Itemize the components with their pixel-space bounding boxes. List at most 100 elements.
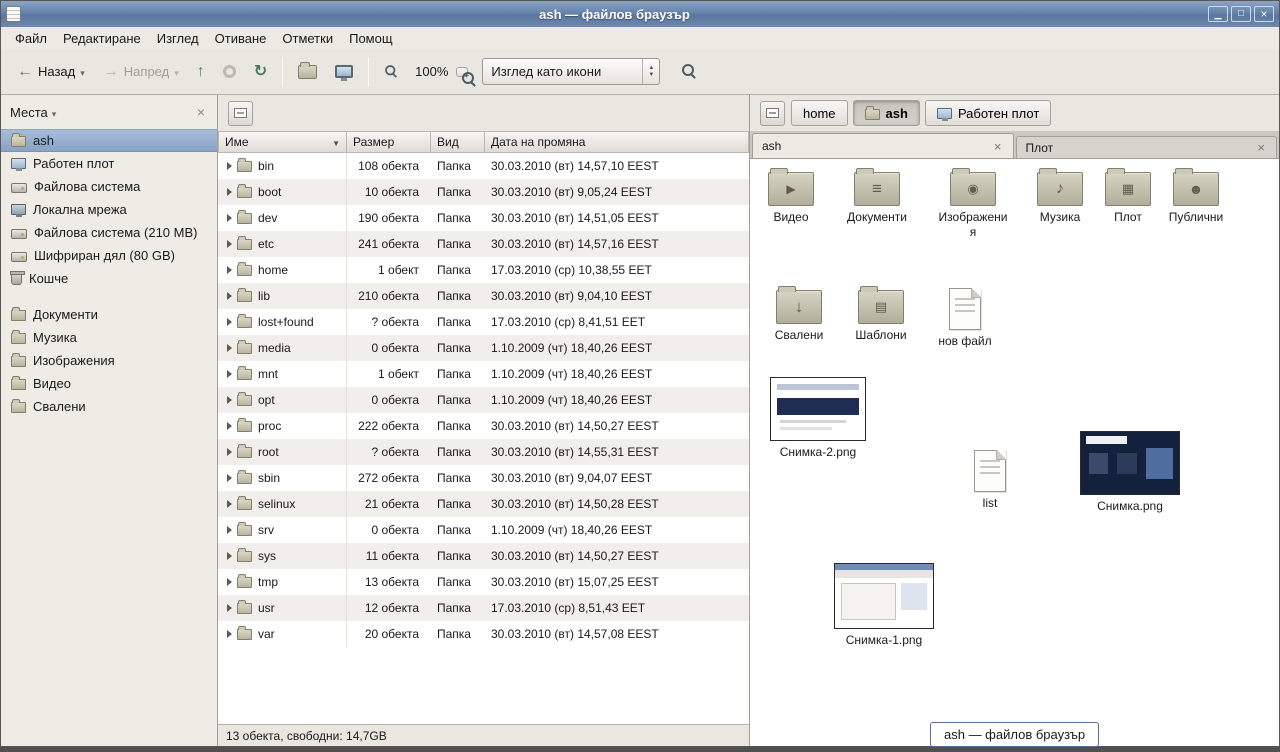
- tree-row[interactable]: sys 11 обекта Папка 30.03.2010 (вт) 14,5…: [218, 543, 749, 569]
- sidebar-item[interactable]: Свалени: [1, 395, 217, 418]
- column-header-size[interactable]: Размер: [347, 131, 431, 153]
- file-icon-item[interactable]: Свалени: [764, 285, 834, 343]
- close-icon[interactable]: [1254, 6, 1274, 22]
- file-icon-item[interactable]: Видео: [756, 167, 826, 225]
- tree-row[interactable]: lib 210 обекта Папка 30.03.2010 (вт) 9,0…: [218, 283, 749, 309]
- zoom-out-button[interactable]: [376, 58, 407, 85]
- file-icon-item[interactable]: Документи: [838, 167, 916, 225]
- column-header-type[interactable]: Вид: [431, 131, 485, 153]
- file-icon-item[interactable]: Музика: [1028, 167, 1092, 225]
- tree-row[interactable]: selinux 21 обекта Папка 30.03.2010 (вт) …: [218, 491, 749, 517]
- up-button[interactable]: [189, 58, 213, 86]
- expander-icon[interactable]: [227, 214, 232, 222]
- menu-item[interactable]: Отметки: [274, 29, 341, 48]
- sidebar-item[interactable]: Локална мрежа: [1, 198, 217, 221]
- tree-row[interactable]: media 0 обекта Папка 1.10.2009 (чт) 18,4…: [218, 335, 749, 361]
- expander-icon[interactable]: [227, 474, 232, 482]
- file-icon-item[interactable]: Публични: [1162, 167, 1230, 225]
- file-icon-item[interactable]: Шаблони: [846, 285, 916, 343]
- spinner-arrows-icon[interactable]: ▲▼: [642, 59, 659, 84]
- chevron-down-icon[interactable]: [52, 105, 57, 120]
- sidebar-item[interactable]: Файлова система: [1, 175, 217, 198]
- expander-icon[interactable]: [227, 162, 232, 170]
- file-icon-item[interactable]: Снимка.png: [1074, 431, 1186, 514]
- tree-row[interactable]: srv 0 обекта Папка 1.10.2009 (чт) 18,40,…: [218, 517, 749, 543]
- expander-icon[interactable]: [227, 422, 232, 430]
- zoom-in-button[interactable]: +: [456, 67, 468, 77]
- tree-row[interactable]: bin 108 обекта Папка 30.03.2010 (вт) 14,…: [218, 153, 749, 179]
- menu-item[interactable]: Изглед: [149, 29, 207, 48]
- tab[interactable]: Плот: [1016, 136, 1278, 158]
- breadcrumb-button[interactable]: Работен плот: [925, 100, 1051, 126]
- tree-row[interactable]: dev 190 обекта Папка 30.03.2010 (вт) 14,…: [218, 205, 749, 231]
- file-icon-item[interactable]: Изображения: [938, 167, 1008, 240]
- column-header-date[interactable]: Дата на промяна: [485, 131, 749, 153]
- tree-row[interactable]: lost+found ? обекта Папка 17.03.2010 (ср…: [218, 309, 749, 335]
- sidebar-item[interactable]: Шифриран дял (80 GB): [1, 244, 217, 267]
- tree-row[interactable]: home 1 обект Папка 17.03.2010 (ср) 10,38…: [218, 257, 749, 283]
- tab-close-icon[interactable]: [1255, 141, 1267, 154]
- tree-row[interactable]: opt 0 обекта Папка 1.10.2009 (чт) 18,40,…: [218, 387, 749, 413]
- tree-row[interactable]: etc 241 обекта Папка 30.03.2010 (вт) 14,…: [218, 231, 749, 257]
- expander-icon[interactable]: [227, 240, 232, 248]
- reload-button[interactable]: [246, 58, 275, 86]
- location-bar-toggle-button[interactable]: [760, 101, 785, 126]
- places-title[interactable]: Места: [10, 105, 48, 120]
- sidebar-close-icon[interactable]: [194, 104, 208, 120]
- chevron-down-icon[interactable]: [80, 64, 85, 79]
- stop-button[interactable]: [215, 59, 244, 84]
- sidebar-item[interactable]: Кошче: [1, 267, 217, 290]
- search-button[interactable]: [676, 58, 703, 85]
- menu-item[interactable]: Помощ: [341, 29, 400, 48]
- sidebar-item[interactable]: Музика: [1, 326, 217, 349]
- sort-arrow-icon[interactable]: [332, 135, 340, 149]
- expander-icon[interactable]: [227, 552, 232, 560]
- tab-close-icon[interactable]: [992, 140, 1004, 153]
- file-icon-item[interactable]: Снимка-2.png: [766, 377, 870, 460]
- file-icon-item[interactable]: list: [958, 447, 1022, 511]
- expander-icon[interactable]: [227, 266, 232, 274]
- file-icon-item[interactable]: нов файл: [930, 285, 1000, 349]
- file-icon-item[interactable]: Снимка-1.png: [828, 563, 940, 648]
- tree-row[interactable]: tmp 13 обекта Папка 30.03.2010 (вт) 15,0…: [218, 569, 749, 595]
- expander-icon[interactable]: [227, 448, 232, 456]
- column-header-name[interactable]: Име: [218, 131, 347, 153]
- view-mode-select[interactable]: Изглед като икони ▲▼: [482, 58, 660, 85]
- breadcrumb-button[interactable]: ash: [853, 100, 920, 126]
- file-icon-item[interactable]: Плот: [1098, 167, 1158, 225]
- sidebar-item[interactable]: Изображения: [1, 349, 217, 372]
- home-button[interactable]: [290, 59, 325, 85]
- tree-row[interactable]: proc 222 обекта Папка 30.03.2010 (вт) 14…: [218, 413, 749, 439]
- expander-icon[interactable]: [227, 630, 232, 638]
- tree-row[interactable]: usr 12 обекта Папка 17.03.2010 (ср) 8,51…: [218, 595, 749, 621]
- expander-icon[interactable]: [227, 604, 232, 612]
- expander-icon[interactable]: [227, 500, 232, 508]
- expander-icon[interactable]: [227, 396, 232, 404]
- menu-item[interactable]: Отиване: [207, 29, 275, 48]
- maximize-icon[interactable]: [1231, 6, 1251, 22]
- expander-icon[interactable]: [227, 578, 232, 586]
- forward-button[interactable]: Напред: [95, 58, 187, 86]
- expander-icon[interactable]: [227, 292, 232, 300]
- expander-icon[interactable]: [227, 318, 232, 326]
- tab[interactable]: ash: [752, 133, 1014, 158]
- titlebar[interactable]: ash — файлов браузър: [1, 1, 1279, 27]
- sidebar-item[interactable]: Работен плот: [1, 152, 217, 175]
- menu-item[interactable]: Редактиране: [55, 29, 149, 48]
- back-button[interactable]: Назад: [9, 58, 93, 86]
- expander-icon[interactable]: [227, 344, 232, 352]
- sidebar-item[interactable]: Видео: [1, 372, 217, 395]
- tree-row[interactable]: var 20 обекта Папка 30.03.2010 (вт) 14,5…: [218, 621, 749, 647]
- tree-row[interactable]: sbin 272 обекта Папка 30.03.2010 (вт) 9,…: [218, 465, 749, 491]
- computer-button[interactable]: [327, 59, 361, 84]
- sidebar-item[interactable]: Файлова система (210 MB): [1, 221, 217, 244]
- menu-item[interactable]: Файл: [7, 29, 55, 48]
- sidebar-item[interactable]: ash: [1, 129, 217, 152]
- location-bar-toggle-button[interactable]: [228, 101, 253, 126]
- minimize-icon[interactable]: [1208, 6, 1228, 22]
- tree-row[interactable]: mnt 1 обект Папка 1.10.2009 (чт) 18,40,2…: [218, 361, 749, 387]
- expander-icon[interactable]: [227, 526, 232, 534]
- sidebar-item[interactable]: Документи: [1, 303, 217, 326]
- expander-icon[interactable]: [227, 370, 232, 378]
- tree-row[interactable]: boot 10 обекта Папка 30.03.2010 (вт) 9,0…: [218, 179, 749, 205]
